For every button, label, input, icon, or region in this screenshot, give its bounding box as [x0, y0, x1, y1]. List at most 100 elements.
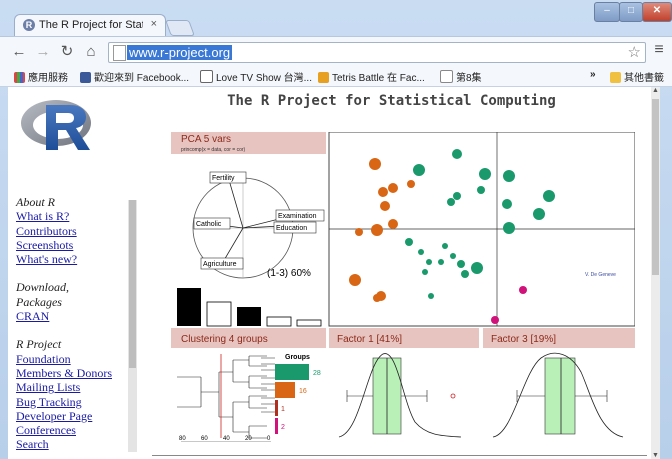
- link-cran[interactable]: CRAN: [16, 309, 138, 323]
- link-mailing-lists[interactable]: Mailing Lists: [16, 380, 138, 394]
- var-label: Education: [276, 225, 307, 232]
- factor1-title: Factor 1 [41%]: [337, 334, 402, 345]
- r-favicon-icon: R: [23, 19, 35, 31]
- scroll-down-icon[interactable]: ▼: [651, 452, 660, 459]
- factor1-density: [338, 353, 462, 438]
- sidebar-scroll-thumb[interactable]: [129, 200, 136, 368]
- back-arrow-icon[interactable]: ←: [10, 43, 28, 61]
- clustering-title: Clustering 4 groups: [181, 334, 268, 345]
- title-bar: R The R Project for Statistic × – □ ✕: [0, 0, 672, 37]
- link-screenshots[interactable]: Screenshots: [16, 238, 138, 252]
- bookmark-tetris[interactable]: Tetris Battle 在 Fac...: [318, 69, 425, 84]
- bookmark-apps-label: 應用服務: [28, 73, 68, 84]
- about-heading: About R: [16, 195, 55, 209]
- scatter-point: [388, 183, 398, 193]
- sidebar-scrollbar[interactable]: [128, 200, 137, 452]
- axis-tick: 60: [201, 436, 208, 442]
- scatter-point: [471, 262, 483, 274]
- scatter-point: [502, 199, 512, 209]
- scatter-point: [479, 168, 491, 180]
- groups-label: Groups: [285, 354, 310, 361]
- axis-tick: 20: [245, 436, 252, 442]
- bookmark-star-icon[interactable]: ☆: [628, 43, 641, 61]
- scatter-point: [405, 238, 413, 246]
- scatter-point: [438, 259, 444, 265]
- packages-heading: Packages: [16, 294, 62, 309]
- bookmarks-bar: 應用服務 歡迎來到 Facebook... Love TV Show 台灣...…: [0, 66, 672, 87]
- page-scrollbar[interactable]: ▲ ▼: [651, 87, 660, 459]
- close-window-button[interactable]: ✕: [642, 2, 672, 22]
- bookmarks-overflow-button[interactable]: »: [590, 69, 596, 80]
- bookmark-episode[interactable]: 第8集: [440, 69, 482, 84]
- var-label: Catholic: [196, 221, 222, 228]
- scatter-point: [452, 149, 462, 159]
- scatter-point: [413, 164, 425, 176]
- scatter-point: [418, 249, 424, 255]
- dendrogram-axis: 80 60 40 20 0: [179, 436, 271, 442]
- group-bar: [275, 364, 309, 380]
- r-project-heading: R Project: [16, 337, 62, 352]
- home-icon[interactable]: ⌂: [82, 43, 100, 61]
- tetris-icon: [318, 72, 329, 83]
- browser-tab[interactable]: R The R Project for Statistic ×: [14, 14, 166, 37]
- sidebar-nav: About R What is R? Contributors Screensh…: [16, 195, 138, 452]
- axis-tick: 0: [267, 436, 271, 442]
- group-count: 16: [299, 388, 307, 395]
- folder-icon: [610, 72, 621, 83]
- scatter-point: [503, 170, 515, 182]
- scatter-point: [373, 294, 381, 302]
- scree-plot: [177, 288, 322, 327]
- link-whats-new[interactable]: What's new?: [16, 252, 138, 266]
- variance-label: (1-3) 60%: [267, 268, 311, 279]
- scatter-point: [349, 274, 361, 286]
- scatter-point: [453, 192, 461, 200]
- download-heading: Download,: [16, 280, 70, 295]
- scroll-up-icon[interactable]: ▲: [651, 87, 660, 94]
- minimize-button[interactable]: –: [594, 2, 620, 22]
- bookmark-lovetv[interactable]: Love TV Show 台灣...: [200, 69, 312, 84]
- bookmark-facebook[interactable]: 歡迎來到 Facebook...: [80, 69, 189, 84]
- page-scroll-thumb[interactable]: [652, 99, 659, 275]
- link-contributors[interactable]: Contributors: [16, 224, 138, 238]
- reload-icon[interactable]: ↻: [58, 43, 76, 61]
- scatter-point: [388, 219, 398, 229]
- scatter-point: [378, 187, 388, 197]
- scatter-point: [428, 293, 434, 299]
- scatter-point: [450, 253, 456, 259]
- page-divider: [152, 455, 647, 459]
- link-search[interactable]: Search: [16, 437, 138, 451]
- address-bar[interactable]: www.r-project.org ☆: [108, 42, 646, 63]
- group-bar: [275, 418, 278, 434]
- scatter-point: [380, 201, 390, 211]
- link-what-is-r[interactable]: What is R?: [16, 209, 138, 223]
- link-developer-page[interactable]: Developer Page: [16, 409, 138, 423]
- url-text[interactable]: www.r-project.org: [127, 45, 233, 60]
- scatter-point: [442, 243, 448, 249]
- maximize-button[interactable]: □: [619, 2, 643, 22]
- page-icon: [113, 45, 126, 61]
- scatter-point: [477, 186, 485, 194]
- forward-arrow-icon[interactable]: →: [34, 43, 52, 61]
- scatter-point: [519, 286, 527, 294]
- link-foundation[interactable]: Foundation: [16, 352, 138, 366]
- link-conferences[interactable]: Conferences: [16, 423, 138, 437]
- facebook-icon: [80, 72, 91, 83]
- scatter-point: [371, 224, 383, 236]
- new-tab-button[interactable]: [165, 20, 195, 36]
- link-bug-tracking[interactable]: Bug Tracking: [16, 395, 138, 409]
- tab-close-icon[interactable]: ×: [151, 18, 157, 30]
- var-label: Examination: [278, 213, 317, 220]
- page-icon: [200, 70, 213, 83]
- factor3-density: [492, 352, 624, 438]
- bookmark-other-label: 其他書籤: [624, 73, 664, 84]
- scatter-point: [422, 269, 428, 275]
- link-members-donors[interactable]: Members & Donors: [16, 366, 138, 380]
- group-count: 1: [281, 406, 285, 413]
- menu-icon[interactable]: ≡: [650, 41, 668, 61]
- scatter-point: [503, 222, 515, 234]
- group-bar: [275, 400, 278, 416]
- r-logo[interactable]: [20, 95, 96, 157]
- scatter-point: [491, 316, 499, 324]
- bookmark-apps[interactable]: 應用服務: [14, 69, 68, 84]
- bookmark-other[interactable]: 其他書籤: [610, 69, 664, 84]
